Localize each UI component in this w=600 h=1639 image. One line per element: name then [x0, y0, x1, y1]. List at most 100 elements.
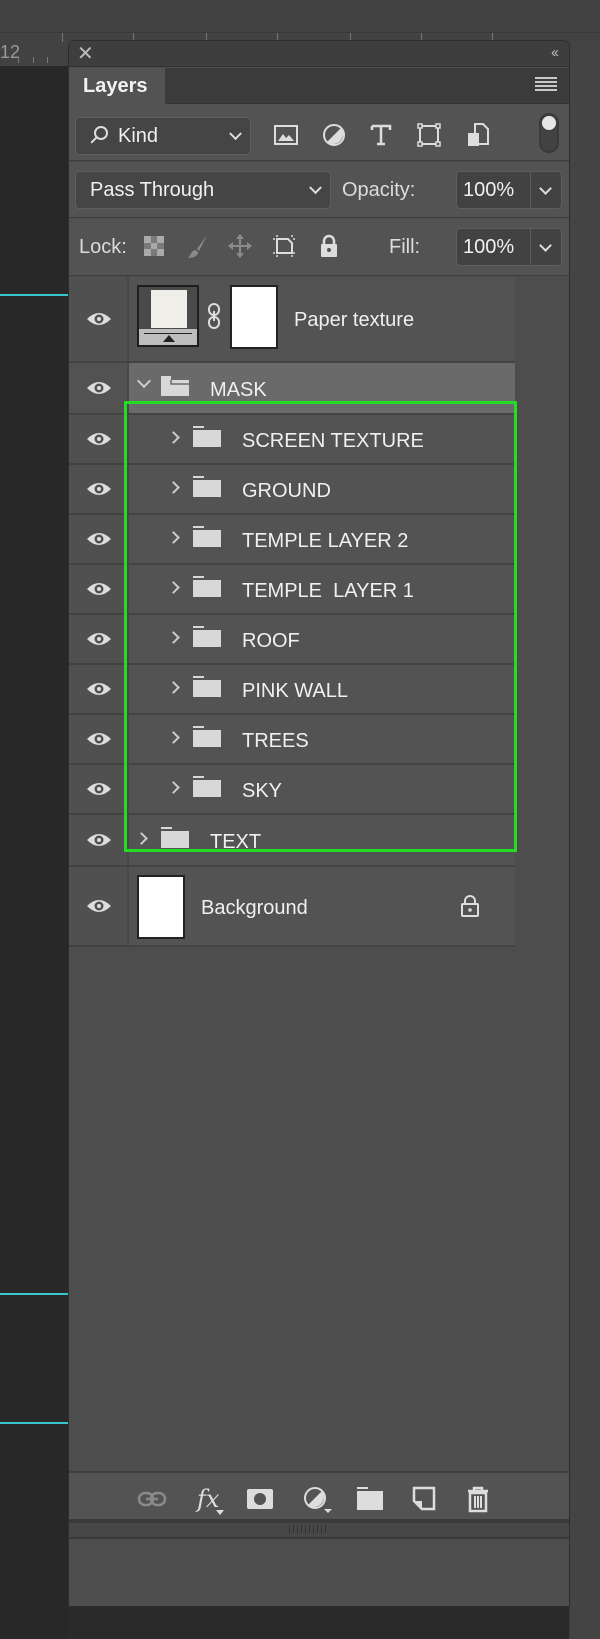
guide-line[interactable]: [0, 1422, 68, 1424]
chevron-right-icon[interactable]: [167, 731, 180, 744]
blend-mode-dropdown[interactable]: Pass Through: [75, 171, 331, 209]
visibility-toggle[interactable]: [69, 465, 129, 513]
layer-row-mask[interactable]: MASK: [69, 363, 515, 415]
folder-icon: [193, 476, 221, 497]
chevron-right-icon[interactable]: [167, 431, 180, 444]
chevron-right-icon[interactable]: [167, 531, 180, 544]
lock-image-pixels-icon[interactable]: [185, 233, 211, 259]
fill-value[interactable]: 100%: [463, 236, 514, 259]
layer-thumbnail[interactable]: [137, 875, 185, 939]
fx-icon[interactable]: fx: [194, 1485, 224, 1515]
panel-titlebar: ✕ ‹‹: [69, 41, 569, 67]
visibility-toggle[interactable]: [69, 415, 129, 463]
eye-icon: [87, 900, 111, 912]
lock-icon[interactable]: [459, 894, 481, 918]
blend-mode-value: Pass Through: [90, 179, 215, 201]
smart-object-filter-icon[interactable]: [465, 122, 491, 148]
tab-layers[interactable]: Layers: [69, 68, 165, 104]
link-layers-icon[interactable]: [137, 1485, 167, 1513]
shape-filter-icon[interactable]: [416, 122, 442, 148]
new-layer-icon[interactable]: [409, 1485, 439, 1513]
layer-name: GROUND: [242, 480, 331, 502]
layer-row-paper-texture[interactable]: Paper texture: [69, 277, 515, 363]
chevron-right-icon[interactable]: [167, 681, 180, 694]
close-icon[interactable]: ✕: [77, 43, 94, 65]
layer-row-temple-layer-2[interactable]: TEMPLE LAYER 2: [69, 515, 515, 565]
app-top-bar: [0, 0, 600, 32]
chevron-right-icon[interactable]: [167, 481, 180, 494]
layer-row-screen-texture[interactable]: SCREEN TEXTURE: [69, 415, 515, 465]
type-filter-icon[interactable]: [368, 122, 394, 148]
folder-icon: [193, 676, 221, 697]
lock-all-icon[interactable]: [316, 233, 342, 259]
document-canvas[interactable]: [0, 66, 68, 1639]
visibility-toggle[interactable]: [69, 615, 129, 663]
chevron-right-icon[interactable]: [167, 781, 180, 794]
visibility-toggle[interactable]: [69, 765, 129, 813]
smart-object-thumbnail[interactable]: [137, 285, 199, 347]
image-filter-icon[interactable]: [273, 122, 299, 148]
layer-row-temple-layer-1[interactable]: TEMPLE LAYER 1: [69, 565, 515, 615]
kind-filter-dropdown[interactable]: Kind: [75, 117, 251, 155]
chevron-down-icon[interactable]: [136, 373, 152, 389]
layer-row-roof[interactable]: ROOF: [69, 615, 515, 665]
fill-field[interactable]: 100%: [456, 228, 562, 266]
tab-bar: Layers: [69, 68, 569, 104]
layer-name: PINK WALL: [242, 680, 348, 702]
hamburger-menu-icon[interactable]: [535, 77, 557, 93]
visibility-toggle[interactable]: [69, 363, 129, 413]
layer-name: MASK: [210, 379, 267, 401]
visibility-toggle[interactable]: [69, 277, 129, 361]
layer-row-sky[interactable]: SKY: [69, 765, 515, 815]
eye-icon: [87, 433, 111, 445]
chevron-right-icon[interactable]: [167, 631, 180, 644]
opacity-field[interactable]: 100%: [456, 171, 562, 209]
chevron-down-icon: [229, 127, 242, 141]
layer-row-background[interactable]: Background: [69, 867, 515, 947]
link-icon[interactable]: [207, 302, 221, 330]
eye-icon: [87, 533, 111, 545]
layer-name: ROOF: [242, 630, 300, 652]
layer-row-ground[interactable]: GROUND: [69, 465, 515, 515]
lock-artboard-icon[interactable]: [271, 233, 297, 259]
chevron-down-icon[interactable]: [539, 182, 552, 195]
filter-toggle[interactable]: [539, 113, 559, 153]
mask-thumbnail[interactable]: [230, 285, 278, 349]
new-group-icon[interactable]: [355, 1485, 385, 1513]
trash-icon[interactable]: [463, 1485, 493, 1513]
opacity-value[interactable]: 100%: [463, 179, 514, 202]
search-icon: [94, 126, 108, 140]
layer-row-pink-wall[interactable]: PINK WALL: [69, 665, 515, 715]
adjustment-filter-icon[interactable]: [321, 122, 347, 148]
visibility-toggle[interactable]: [69, 715, 129, 763]
chevron-down-icon[interactable]: [539, 239, 552, 252]
guide-line[interactable]: [0, 294, 68, 296]
lock-position-icon[interactable]: [227, 233, 253, 259]
visibility-toggle[interactable]: [69, 565, 129, 613]
layer-row-trees[interactable]: TREES: [69, 715, 515, 765]
visibility-toggle[interactable]: [69, 665, 129, 713]
lock-transparent-pixels-icon[interactable]: [141, 233, 167, 259]
add-mask-icon[interactable]: [245, 1485, 275, 1513]
layer-name: Background: [201, 897, 308, 919]
eye-icon: [87, 583, 111, 595]
layer-name: TEXT: [210, 831, 262, 853]
resize-grip[interactable]: [69, 1523, 569, 1539]
folder-icon: [193, 776, 221, 797]
adjustment-layer-icon[interactable]: [302, 1485, 332, 1513]
double-chevron-left-icon[interactable]: ‹‹: [551, 44, 559, 61]
fill-label: Fill:: [389, 236, 421, 258]
kind-label: Kind: [118, 125, 159, 147]
visibility-toggle[interactable]: [69, 515, 129, 563]
eye-icon: [87, 683, 111, 695]
layer-row-text[interactable]: TEXT: [69, 815, 515, 867]
layer-name: SKY: [242, 780, 283, 802]
visibility-toggle[interactable]: [69, 867, 129, 945]
folder-icon: [193, 526, 221, 547]
eye-icon: [87, 834, 111, 846]
guide-line[interactable]: [0, 1293, 68, 1295]
chevron-right-icon[interactable]: [167, 581, 180, 594]
chevron-right-icon[interactable]: [135, 832, 148, 845]
visibility-toggle[interactable]: [69, 815, 129, 865]
folder-icon: [161, 827, 189, 848]
